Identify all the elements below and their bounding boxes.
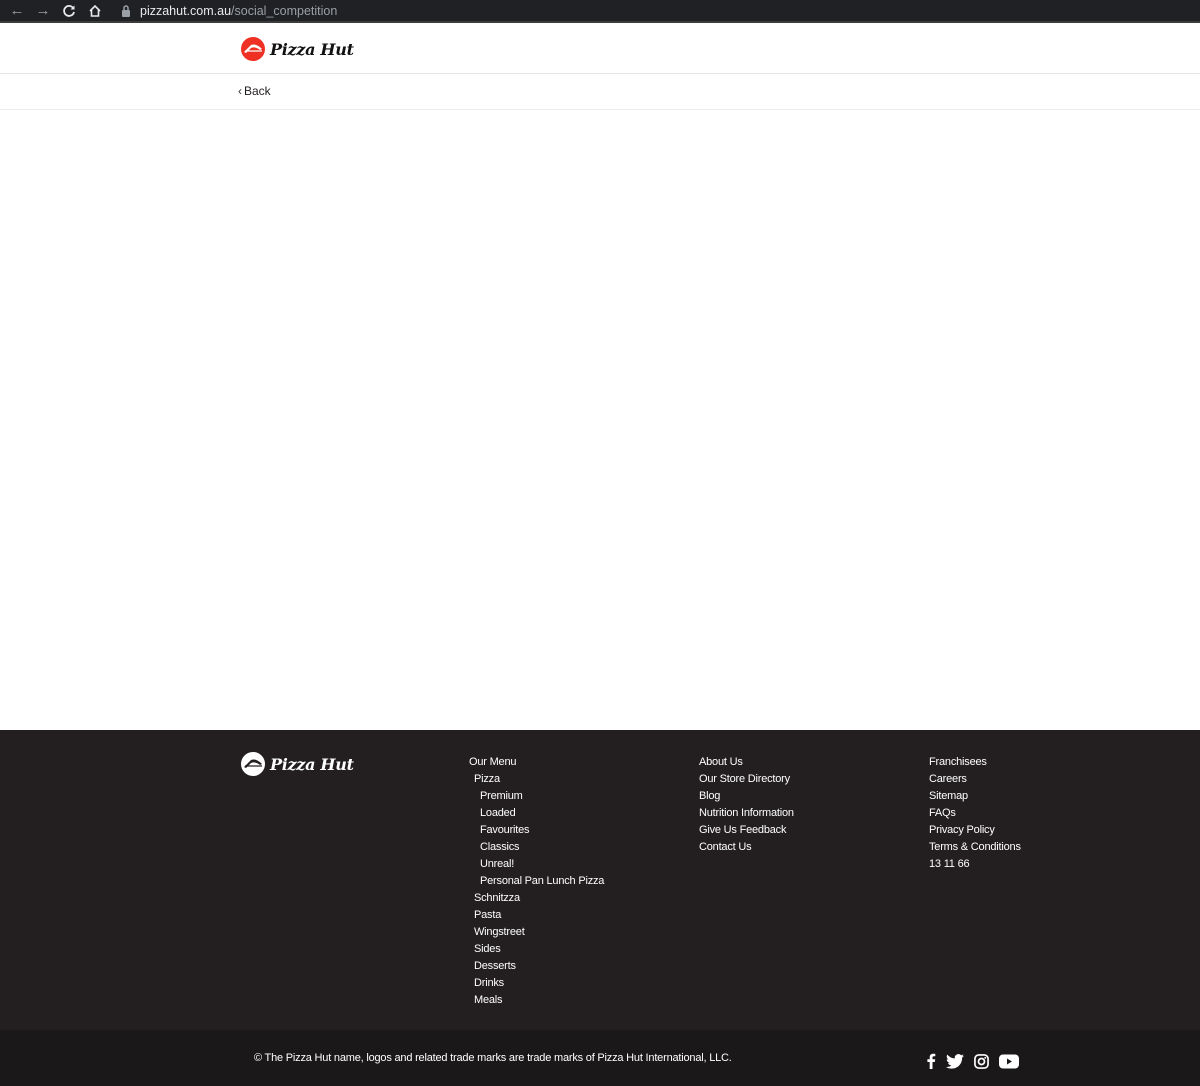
instagram-icon[interactable] (974, 1053, 989, 1074)
social-links (926, 1053, 1019, 1074)
pizza-hut-roof-icon (241, 37, 265, 61)
back-arrow-icon[interactable]: ← (8, 2, 26, 20)
logo-wordmark: Pizza Hut (270, 39, 354, 59)
footer-link-drinks[interactable]: Drinks (469, 975, 604, 992)
footer-link-contact-us[interactable]: Contact Us (699, 839, 794, 856)
footer-link-privacy-policy[interactable]: Privacy Policy (929, 822, 1021, 839)
footer-link-our-menu[interactable]: Our Menu (469, 754, 604, 771)
footer-link-terms-conditions[interactable]: Terms & Conditions (929, 839, 1021, 856)
reload-icon[interactable] (60, 2, 78, 20)
footer-link-favourites[interactable]: Favourites (469, 822, 604, 839)
chevron-left-icon: ‹ (238, 84, 242, 98)
footer-link-our-store-directory[interactable]: Our Store Directory (699, 771, 794, 788)
pizza-hut-roof-icon (241, 752, 265, 776)
footer-link-nutrition-information[interactable]: Nutrition Information (699, 805, 794, 822)
footer-link-wingstreet[interactable]: Wingstreet (469, 924, 604, 941)
footer-link-unreal[interactable]: Unreal! (469, 856, 604, 873)
site-footer: Pizza Hut Our Menu Pizza Premium Loaded Favo… (0, 730, 1200, 1030)
footer-link-loaded[interactable]: Loaded (469, 805, 604, 822)
address-bar[interactable]: pizzahut.com.au/social_competition (140, 3, 337, 19)
header-logo[interactable]: Pizza Hut (240, 37, 354, 61)
footer-link-careers[interactable]: Careers (929, 771, 1021, 788)
back-bar: ‹ Back (0, 75, 1200, 110)
footer-link-franchisees[interactable]: Franchisees (929, 754, 1021, 771)
main-content (0, 111, 1200, 730)
twitter-icon[interactable] (946, 1053, 964, 1074)
footer-menu-column: Our Menu Pizza Premium Loaded Favourites Clas… (469, 754, 604, 1009)
home-icon[interactable] (86, 2, 104, 20)
footer-logo[interactable]: Pizza Hut (240, 752, 354, 776)
lock-icon (121, 4, 131, 18)
footer-other-column: Franchisees Careers Sitemap FAQs Privacy Pol… (929, 754, 1021, 873)
footer-link-schnitzza[interactable]: Schnitzza (469, 890, 604, 907)
forward-arrow-icon[interactable]: → (34, 2, 52, 20)
site-header: Pizza Hut (0, 25, 1200, 74)
footer-link-meals[interactable]: Meals (469, 992, 604, 1009)
copyright-text: © The Pizza Hut name, logos and related … (254, 1052, 732, 1064)
footer-link-pasta[interactable]: Pasta (469, 907, 604, 924)
footer-link-give-us-feedback[interactable]: Give Us Feedback (699, 822, 794, 839)
youtube-icon[interactable] (999, 1054, 1019, 1074)
browser-toolbar: ← → pizzahut.com.au/social_competition (0, 0, 1200, 23)
footer-link-faqs[interactable]: FAQs (929, 805, 1021, 822)
footer-link-sitemap[interactable]: Sitemap (929, 788, 1021, 805)
footer-link-blog[interactable]: Blog (699, 788, 794, 805)
footer-link-about-us[interactable]: About Us (699, 754, 794, 771)
footer-link-personal-pan-lunch-pizza[interactable]: Personal Pan Lunch Pizza (469, 873, 604, 890)
back-label: Back (244, 84, 271, 98)
footer-link-desserts[interactable]: Desserts (469, 958, 604, 975)
footer-about-column: About Us Our Store Directory Blog Nutrition… (699, 754, 794, 856)
footer-link-pizza[interactable]: Pizza (469, 771, 604, 788)
footer-bottom-bar: © The Pizza Hut name, logos and related … (0, 1030, 1200, 1086)
footer-link-sides[interactable]: Sides (469, 941, 604, 958)
back-link[interactable]: ‹ Back (238, 84, 271, 98)
footer-link-classics[interactable]: Classics (469, 839, 604, 856)
url-domain: pizzahut.com.au (140, 4, 232, 18)
url-path: /social_competition (231, 4, 338, 18)
footer-logo-wordmark: Pizza Hut (270, 754, 354, 774)
footer-link-premium[interactable]: Premium (469, 788, 604, 805)
footer-link-13-11-66[interactable]: 13 11 66 (929, 856, 1021, 873)
facebook-icon[interactable] (926, 1053, 936, 1074)
